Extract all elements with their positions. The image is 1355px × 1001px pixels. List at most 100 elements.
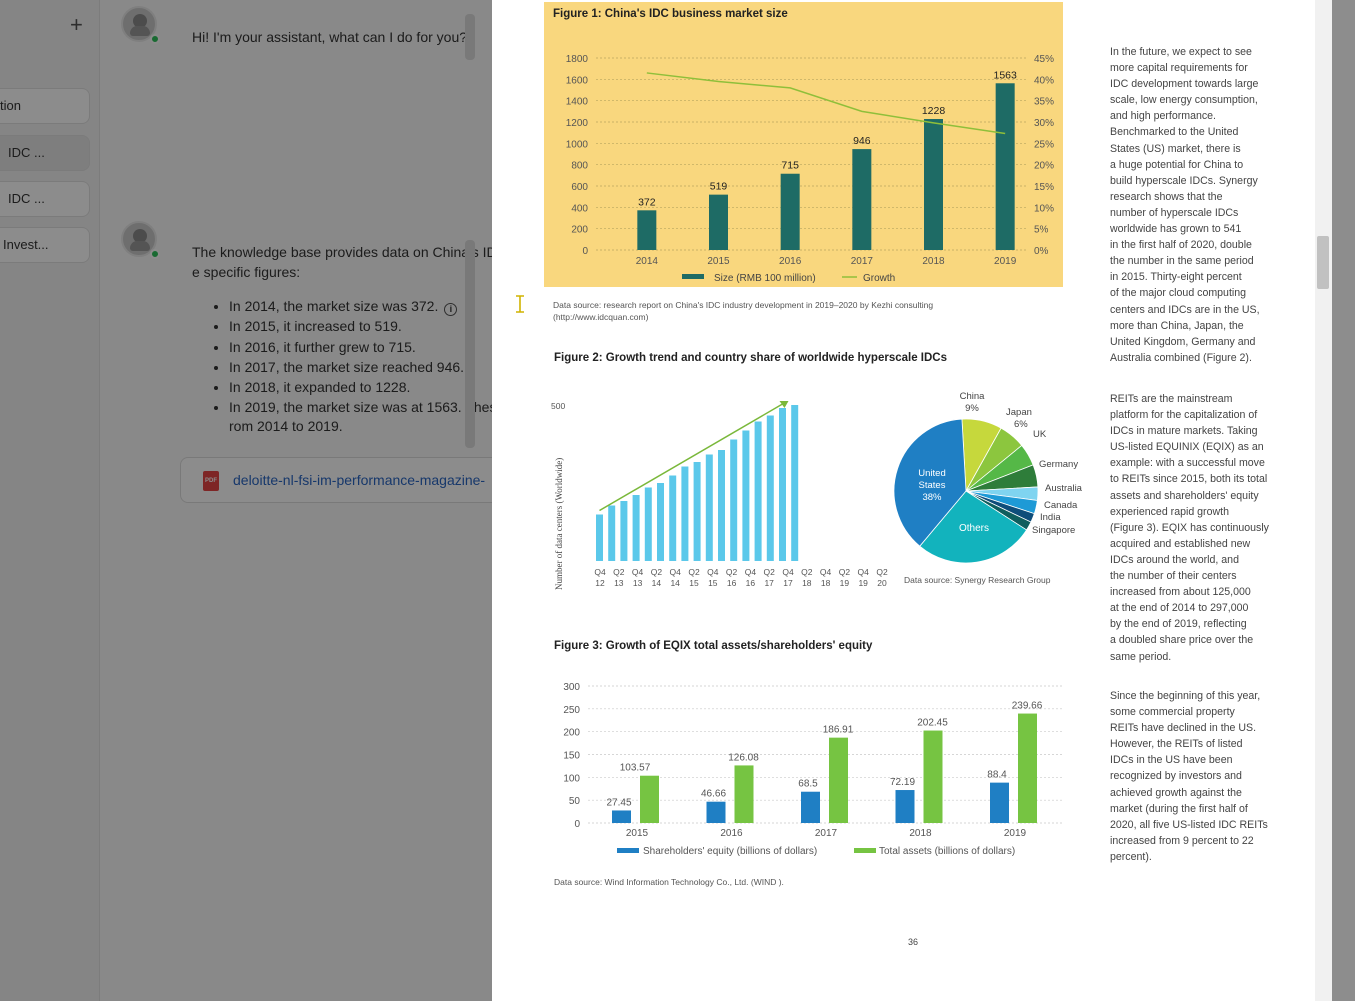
text-line: In the future, we expect to see — [1110, 46, 1252, 58]
y-tick-label: 50 — [569, 796, 581, 807]
y-tick-label: 600 — [571, 182, 588, 193]
document-scrollbar-thumb[interactable] — [1317, 236, 1329, 289]
bar-size-2017 — [852, 149, 872, 250]
text-line: achieved growth against the — [1110, 786, 1242, 799]
figure2-chart: 500 Number of data centers (Worldwide) Q… — [551, 391, 1083, 590]
y2-tick-label: 25% — [1034, 139, 1054, 150]
text-line: worldwide has grown to 541 — [1110, 223, 1242, 236]
x-tick-label: 17 — [764, 578, 774, 588]
data-label: 715 — [781, 160, 799, 172]
text-line: build hyperscale IDCs. Synergy — [1110, 174, 1258, 187]
bar-assets-2018 — [923, 730, 943, 823]
x-tick-label: 18 — [821, 578, 831, 588]
text-line: centers and IDCs are in the US, — [1110, 303, 1260, 316]
figure1-source: Data source: research report on China's … — [553, 300, 934, 322]
text-line: States (US) market, there is — [1110, 142, 1241, 155]
pie-label: 9% — [965, 403, 979, 414]
legend-label-growth: Growth — [863, 273, 895, 284]
x-tick-label: Q2 — [613, 567, 625, 577]
bar-size-2016 — [780, 173, 800, 250]
text-line: a doubled share price over the — [1110, 634, 1254, 647]
bar-size-2019 — [995, 83, 1015, 250]
text-line: by the end of 2019, reflecting — [1110, 618, 1247, 631]
text-line: acquired and established new — [1110, 537, 1251, 550]
bar-datacenters — [669, 475, 677, 561]
bar-equity-2018 — [895, 790, 915, 823]
y2-tick-label: 0% — [1034, 246, 1049, 257]
text-line: recognized by investors and — [1110, 770, 1242, 783]
pie-label: Canada — [1044, 500, 1078, 511]
y-tick-label: 1800 — [566, 54, 589, 65]
data-label: 1228 — [922, 105, 946, 117]
text-line: IDCs in mature markets. Taking — [1110, 425, 1258, 438]
figure2-title: Figure 2: Growth trend and country share… — [554, 352, 947, 364]
pie-label: 6% — [1014, 419, 1028, 430]
y-axis-label: Number of data centers (Worldwide) — [554, 458, 564, 590]
text-line: Since the beginning of this year, — [1110, 690, 1261, 702]
x-tick-label: Q4 — [782, 567, 794, 577]
x-tick-label: 19 — [858, 578, 868, 588]
figure3-title: Figure 3: Growth of EQIX total assets/sh… — [554, 640, 873, 652]
data-label: 72.19 — [890, 777, 915, 788]
x-tick-label: Q4 — [820, 567, 832, 577]
figure1-chart: 0 0% 200 5% 400 10% 600 15% 800 20% 1000 25% 1200 30%… — [544, 2, 1063, 287]
y-tick-label: 200 — [571, 225, 588, 236]
x-tick-label: 2019 — [994, 256, 1017, 267]
y2-tick-label: 5% — [1034, 225, 1049, 236]
text-line: IDCs in the US have been — [1110, 754, 1233, 767]
x-tick-label: Q4 — [858, 567, 870, 577]
data-label: 103.57 — [620, 763, 651, 774]
bar-datacenters — [644, 487, 652, 561]
text-line: example: with a successful move — [1110, 457, 1265, 470]
x-tick-label: 16 — [727, 578, 737, 588]
text-line: Australia combined (Figure 2). — [1110, 351, 1252, 364]
text-line: Benchmarked to the United — [1110, 126, 1239, 139]
bar-datacenters — [730, 439, 738, 561]
legend-swatch-equity — [617, 848, 639, 853]
bar-assets-2019 — [1018, 713, 1037, 823]
y-tick-label: 250 — [563, 705, 580, 716]
x-tick-label: 15 — [708, 578, 718, 588]
bar-assets-2015 — [640, 775, 659, 823]
pie-label: 38% — [922, 492, 942, 503]
bar-datacenters — [632, 495, 640, 561]
y-tick-label: 1000 — [566, 139, 589, 150]
bar-datacenters — [705, 454, 713, 561]
x-tick-label: Q4 — [707, 567, 719, 577]
bar-datacenters — [608, 505, 616, 561]
data-label: 519 — [710, 181, 728, 193]
y2-tick-label: 30% — [1034, 118, 1054, 129]
window-edge — [1332, 0, 1355, 1001]
text-line: more capital requirements for — [1110, 62, 1248, 75]
x-tick-label: Q2 — [688, 567, 700, 577]
pie-label: Singapore — [1032, 525, 1075, 536]
text-line: to REITs since 2015, both its total — [1110, 473, 1268, 486]
text-line: United Kingdom, Germany and — [1110, 335, 1256, 348]
bar-datacenters — [718, 450, 725, 561]
y-tick-label: 0 — [574, 819, 580, 830]
y2-tick-label: 15% — [1034, 182, 1054, 193]
document-scrollbar-track[interactable] — [1315, 0, 1332, 1001]
legend-label-assets: Total assets (billions of dollars) — [879, 846, 1015, 857]
legend-swatch-size — [682, 274, 704, 279]
legend-label-equity: Shareholders' equity (billions of dollar… — [643, 846, 817, 857]
text-line: increased from about 125,000 — [1110, 586, 1251, 599]
y2-tick-label: 10% — [1034, 203, 1054, 214]
text-line: US-listed EQUINIX (EQIX) as an — [1110, 441, 1264, 454]
text-line: REITs have declined in the US. — [1110, 722, 1257, 735]
text-line: number of hyperscale IDCs — [1110, 206, 1239, 219]
bar-assets-2016 — [734, 765, 754, 823]
bar-size-2014 — [637, 210, 657, 250]
data-label: 68.5 — [798, 779, 818, 790]
bar-equity-2019 — [990, 782, 1009, 823]
y2-tick-label: 20% — [1034, 161, 1054, 172]
bar-equity-2017 — [801, 791, 820, 823]
pie-label: India — [1040, 512, 1061, 523]
text-line: IDCs around the world, and — [1110, 553, 1239, 566]
pie-label: United — [918, 468, 945, 479]
legend-label-size: Size (RMB 100 million) — [714, 273, 816, 284]
pie-label: Germany — [1039, 459, 1078, 470]
text-line: same period. — [1110, 650, 1172, 663]
text-line: scale, low energy consumption, — [1110, 94, 1258, 107]
y-tick-label: 1400 — [566, 97, 589, 108]
